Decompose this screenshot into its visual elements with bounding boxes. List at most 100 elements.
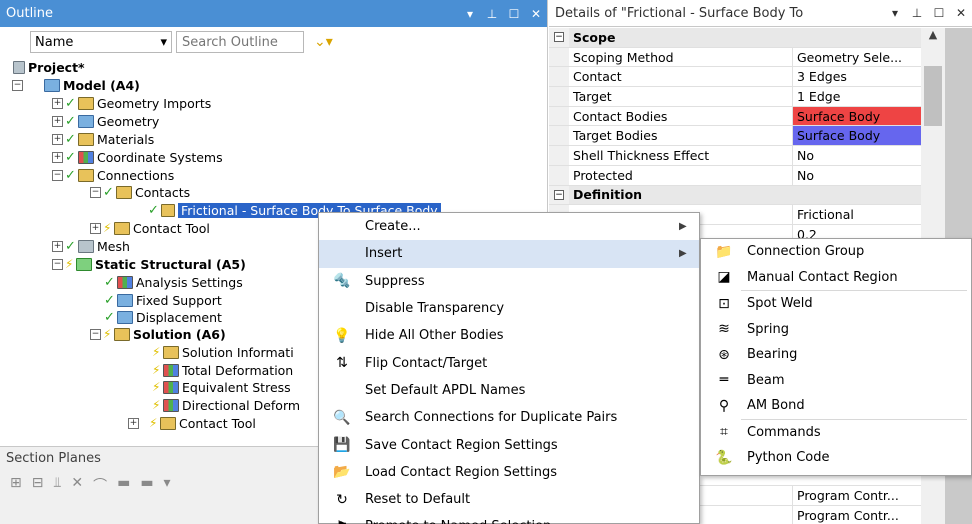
collapse-icon[interactable]: − xyxy=(554,189,564,200)
submenu-item-spring[interactable]: ≋ Spring xyxy=(701,317,971,343)
maximize-icon[interactable]: ☐ xyxy=(503,7,525,21)
show-plane-icon[interactable]: ⫫ xyxy=(53,475,61,495)
collapse-icon[interactable]: − xyxy=(90,186,101,198)
expand-icon[interactable]: + xyxy=(52,115,63,127)
dropdown-icon[interactable]: ▾ xyxy=(164,475,171,495)
expand-icon[interactable]: + xyxy=(90,222,101,234)
tree-item-materials[interactable]: + ✓ Materials xyxy=(52,130,154,148)
close-icon[interactable]: ✕ xyxy=(525,7,547,21)
details-value[interactable]: Surface Body xyxy=(793,126,921,146)
collapse-icon[interactable]: − xyxy=(554,32,564,43)
details-group-header[interactable]: − Scope xyxy=(549,28,921,48)
menu-item-hide-all-other-bodies[interactable]: 💡 Hide All Other Bodies xyxy=(319,322,699,349)
tree-item-contact-tool-2[interactable]: + ⚡ Contact Tool xyxy=(128,414,256,432)
tree-item-geometry[interactable]: + ✓ Geometry xyxy=(52,112,159,130)
details-value[interactable]: No xyxy=(793,166,921,185)
collapse-icon[interactable]: − xyxy=(52,169,63,181)
tree-item-contacts[interactable]: − ✓ Contacts xyxy=(90,183,190,201)
row-gutter xyxy=(549,165,569,185)
tree-item-solution-information[interactable]: ⚡ Solution Informati xyxy=(152,343,294,361)
tree-item-fixed-support[interactable]: ✓ Fixed Support xyxy=(104,291,222,309)
dropdown-icon[interactable]: ▾ xyxy=(459,7,481,21)
tree-item-displacement[interactable]: ✓ Displacement xyxy=(104,308,222,326)
menu-item-suppress[interactable]: 🔩 Suppress xyxy=(319,268,699,295)
coordinate-systems-icon xyxy=(78,150,94,164)
menu-item-save-contact-region-settings[interactable]: 💾 Save Contact Region Settings xyxy=(319,431,699,458)
details-value[interactable]: Geometry Sele... xyxy=(793,48,921,67)
details-row[interactable]: Target 1 Edge xyxy=(549,87,921,107)
pin-icon[interactable]: ⊥ xyxy=(906,6,928,20)
scroll-thumb[interactable] xyxy=(924,66,942,126)
tree-item-contact-tool[interactable]: + ⚡ Contact Tool xyxy=(90,219,210,237)
suppress-icon: 🔩 xyxy=(333,273,351,290)
show-whole-icon[interactable]: ▬ xyxy=(117,475,130,495)
tree-item-project[interactable]: Project* xyxy=(12,58,85,76)
tree-item-analysis-settings[interactable]: ✓ Analysis Settings xyxy=(104,273,243,291)
tree-item-mesh[interactable]: + ✓ Mesh xyxy=(52,237,130,255)
menu-item-load-contact-region-settings[interactable]: 📂 Load Contact Region Settings xyxy=(319,459,699,486)
submenu-item-beam[interactable]: ═ Beam xyxy=(701,368,971,394)
menu-item-create[interactable]: Create... ▶ xyxy=(319,213,699,240)
tree-item-directional-deformation[interactable]: ⚡ Directional Deform xyxy=(152,396,300,414)
menu-item-reset-to-default[interactable]: ↻ Reset to Default xyxy=(319,486,699,513)
tree-item-equivalent-stress[interactable]: ⚡ Equivalent Stress xyxy=(152,378,291,396)
details-row[interactable]: Contact 3 Edges xyxy=(549,67,921,88)
menu-item-search-connections-for-duplicate-pairs[interactable]: 🔍 Search Connections for Duplicate Pairs xyxy=(319,404,699,431)
capping-icon[interactable]: ⌒ xyxy=(93,475,107,495)
maximize-icon[interactable]: ☐ xyxy=(928,6,950,20)
tree-item-solution[interactable]: − ⚡ Solution (A6) xyxy=(90,325,226,343)
details-value[interactable]: Program Contr... xyxy=(793,486,921,505)
submenu-item-bearing[interactable]: ⊛ Bearing xyxy=(701,342,971,368)
show-section-icon[interactable]: ▬ xyxy=(140,475,153,495)
submenu-item-manual-contact-region[interactable]: ◪ Manual Contact Region xyxy=(701,265,971,291)
dropdown-icon[interactable]: ▾ xyxy=(884,6,906,20)
edit-section-plane-icon[interactable]: ⊟ xyxy=(32,475,44,495)
tree-item-static-structural[interactable]: − ⚡ Static Structural (A5) xyxy=(52,255,246,273)
tree-item-geometry-imports[interactable]: + ✓ Geometry Imports xyxy=(52,94,211,112)
details-value[interactable]: Program Contr... xyxy=(793,506,921,524)
details-value[interactable]: Frictional xyxy=(793,205,921,224)
collapse-icon[interactable]: − xyxy=(90,328,101,340)
details-value[interactable]: No xyxy=(793,146,921,165)
row-gutter xyxy=(549,126,569,146)
expand-icon[interactable]: + xyxy=(52,151,63,163)
menu-item-promote-to-named-selection[interactable]: ⚑Promote to Named Selection xyxy=(319,513,699,524)
menu-item-set-default-apdl-names[interactable]: Set Default APDL Names xyxy=(319,377,699,404)
submenu-item-commands[interactable]: ⌗ Commands xyxy=(701,420,971,446)
delete-icon[interactable]: ✕ xyxy=(71,475,83,495)
tree-item-total-deformation[interactable]: ⚡ Total Deformation xyxy=(152,361,293,379)
pin-icon[interactable]: ⊥ xyxy=(481,7,503,21)
details-row[interactable]: Scoping Method Geometry Sele... xyxy=(549,47,921,68)
expand-icon[interactable]: + xyxy=(128,417,139,429)
details-row[interactable]: Contact Bodies Surface Body xyxy=(549,106,921,127)
submenu-item-spot-weld[interactable]: ⊡ Spot Weld xyxy=(701,291,971,317)
details-row[interactable]: Protected No xyxy=(549,165,921,186)
tree-item-model[interactable]: − Model (A4) xyxy=(12,76,140,94)
expand-icon[interactable]: + xyxy=(52,133,63,145)
expand-icon[interactable]: + xyxy=(52,97,63,109)
menu-item-flip-contact-target[interactable]: ⇅ Flip Contact/Target xyxy=(319,349,699,376)
details-group-header[interactable]: − Definition xyxy=(549,185,921,206)
details-row[interactable]: Shell Thickness Effect No xyxy=(549,146,921,166)
submenu-item-connection-group[interactable]: 📁 Connection Group xyxy=(701,239,971,265)
filter-options-icon[interactable]: ⌄▾ xyxy=(314,34,333,50)
menu-item-disable-transparency[interactable]: Disable Transparency xyxy=(319,295,699,322)
tree-item-coordinate-systems[interactable]: + ✓ Coordinate Systems xyxy=(52,148,223,166)
details-value[interactable]: 1 Edge xyxy=(793,87,921,106)
submenu-item-am-bond[interactable]: ⚲ AM Bond xyxy=(701,393,971,419)
details-value[interactable]: 3 Edges xyxy=(793,67,921,86)
collapse-icon[interactable]: − xyxy=(52,258,63,270)
am-bond-icon: ⚲ xyxy=(718,397,730,414)
scroll-up-icon[interactable]: ▲ xyxy=(921,28,945,46)
collapse-icon[interactable]: − xyxy=(12,79,23,91)
details-row[interactable]: Target Bodies Surface Body xyxy=(549,126,921,147)
close-icon[interactable]: ✕ xyxy=(950,6,972,20)
submenu-item-python-code[interactable]: 🐍 Python Code xyxy=(701,445,971,471)
expand-icon[interactable]: + xyxy=(52,240,63,252)
menu-item-insert[interactable]: Insert ▶ xyxy=(319,240,699,268)
tree-item-connections[interactable]: − ✓ Connections xyxy=(52,166,174,184)
name-filter-select[interactable]: Name ▾ xyxy=(30,31,172,53)
details-value[interactable]: Surface Body xyxy=(793,106,921,126)
new-section-plane-icon[interactable]: ⊞ xyxy=(10,475,22,495)
search-outline-input[interactable] xyxy=(176,31,304,53)
